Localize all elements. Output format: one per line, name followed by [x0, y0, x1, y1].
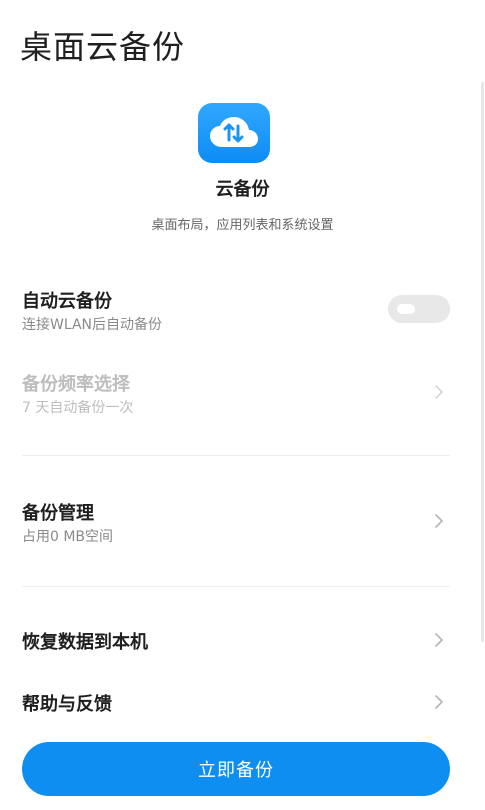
auto-backup-subtitle: 连接WLAN后自动备份 — [22, 317, 163, 333]
help-feedback-title: 帮助与反馈 — [22, 694, 112, 715]
restore-data-row[interactable]: 恢复数据到本机 — [0, 624, 485, 658]
auto-backup-row[interactable]: 自动云备份 连接WLAN后自动备份 — [0, 285, 485, 337]
toggle-knob — [397, 304, 415, 314]
chevron-right-icon — [435, 385, 443, 399]
section-divider — [22, 586, 450, 587]
cloud-sync-icon — [198, 103, 270, 163]
backup-frequency-subtitle: 7 天自动备份一次 — [22, 400, 134, 416]
chevron-right-icon — [435, 695, 443, 709]
help-feedback-row[interactable]: 帮助与反馈 — [0, 686, 485, 720]
page-title: 桌面云备份 — [20, 28, 186, 66]
section-divider — [22, 455, 450, 456]
cloud-glyph — [210, 117, 258, 147]
auto-backup-title: 自动云备份 — [22, 291, 112, 312]
chevron-right-icon — [435, 514, 443, 528]
backup-frequency-row[interactable]: 备份频率选择 7 天自动备份一次 — [0, 368, 485, 420]
backup-management-title: 备份管理 — [22, 503, 94, 524]
chevron-right-icon — [435, 633, 443, 647]
backup-frequency-title: 备份频率选择 — [22, 374, 130, 395]
backup-management-row[interactable]: 备份管理 占用0 MB空间 — [0, 497, 485, 549]
restore-data-title: 恢复数据到本机 — [22, 632, 148, 653]
app-description: 桌面布局，应用列表和系统设置 — [151, 218, 334, 233]
backup-management-subtitle: 占用0 MB空间 — [22, 529, 114, 545]
scrollbar[interactable] — [481, 82, 484, 642]
backup-now-button[interactable]: 立即备份 — [22, 742, 450, 796]
cloud-backup-page: 桌面云备份 云备份 桌面布局，应用列表和系统设置 自动云备份 连接WLAN后自动… — [0, 0, 485, 810]
auto-backup-toggle[interactable] — [388, 295, 450, 323]
app-name: 云备份 — [215, 179, 270, 200]
